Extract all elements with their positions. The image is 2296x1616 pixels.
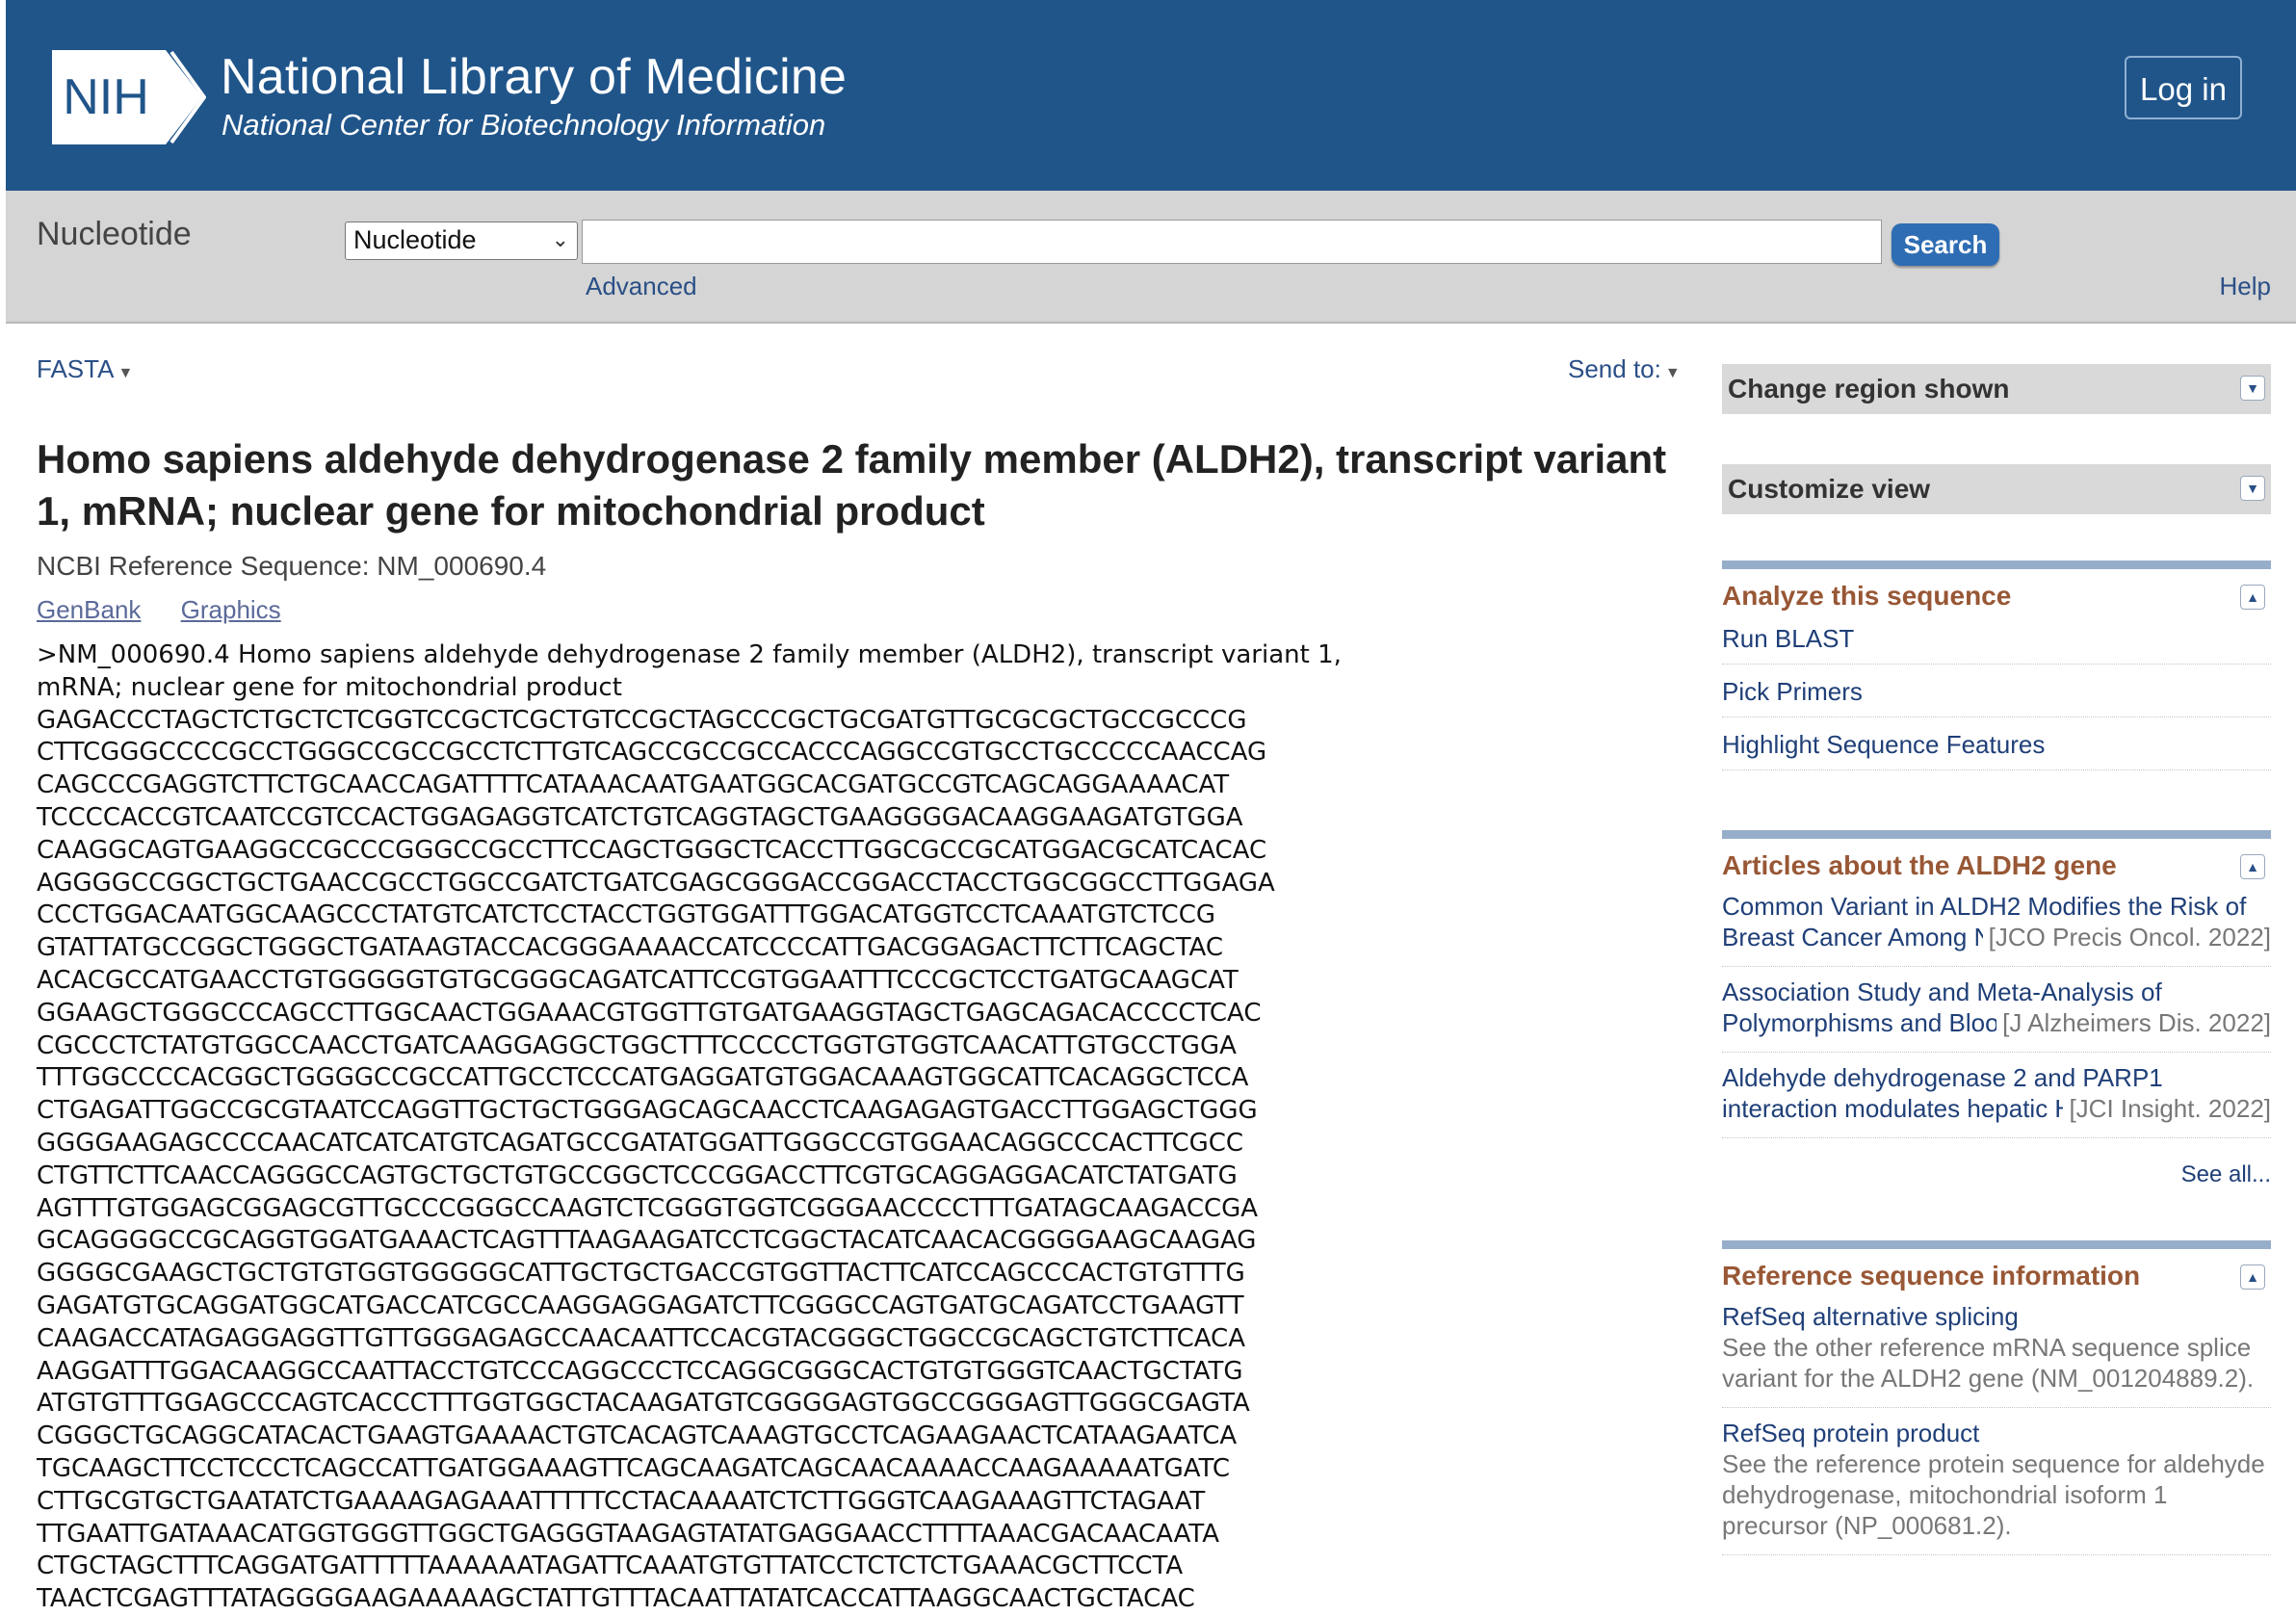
view-links: GenBank Graphics (37, 595, 314, 625)
refseq-protein-link[interactable]: RefSeq protein product (1722, 1418, 2271, 1448)
format-menu-label: FASTA (37, 354, 115, 383)
sequence-line: GAGATGTGCAGGATGGCATGACCATCGCCAAGGAGGAGAT… (37, 1290, 1244, 1320)
reference-sequence-label: NCBI Reference Sequence: NM_000690.4 (37, 551, 547, 581)
collapse-icon[interactable]: ▲ (2240, 1264, 2265, 1290)
page-title: Homo sapiens aldehyde dehydrogenase 2 fa… (37, 436, 1667, 534)
articles-section: Articles about the ALDH2 gene ▲ Common V… (1722, 830, 2271, 1188)
sequence-line: ACACGCCATGAACCTGTGGGGGTGTGCGGGCAGATCATTC… (37, 965, 1239, 995)
section-divider (1722, 560, 2271, 569)
fasta-sequence: >NM_000690.4 Homo sapiens aldehyde dehyd… (37, 639, 1342, 1616)
article-journal: [JCO Precis Oncol. 2022] (1982, 922, 2271, 952)
fasta-header-line: >NM_000690.4 Homo sapiens aldehyde dehyd… (37, 640, 1342, 669)
refseq-item: RefSeq alternative splicing See the othe… (1722, 1291, 2271, 1408)
sequence-line: ATGTGTTTGGAGCCCAGTCACCCTTTGGTGGCTACAAGAT… (37, 1389, 1250, 1419)
article-journal: [JCI Insight. 2022] (2063, 1093, 2271, 1124)
section-divider (1722, 830, 2271, 839)
sequence-line: GGAAGCTGGGCCCAGCCTTGGCAACTGGAAACGTGGTTGT… (37, 998, 1262, 1028)
analyze-section: Analyze this sequence ▲ Run BLAST Pick P… (1722, 560, 2271, 770)
article-item[interactable]: Common Variant in ALDH2 Modifies the Ris… (1722, 881, 2271, 967)
section-divider (1722, 1240, 2271, 1249)
analyze-section-title: Analyze this sequence ▲ (1722, 581, 2271, 612)
refseq-alt-splicing-link[interactable]: RefSeq alternative splicing (1722, 1301, 2271, 1332)
sequence-line: TCCCCACCGTCAATCCGTCCACTGGAGAGGTCATCTGTCA… (37, 802, 1243, 832)
format-menu[interactable]: FASTA ▼ (37, 354, 133, 384)
sequence-line: GAGACCCTAGCTCTGCTCTCGGTCCGCTCGCTGTCCGCTA… (37, 705, 1247, 735)
highlight-features-link[interactable]: Highlight Sequence Features (1722, 717, 2271, 770)
help-link[interactable]: Help (2220, 272, 2271, 301)
site-subtitle[interactable]: National Center for Biotechnology Inform… (222, 108, 825, 143)
sequence-line: CCCTGGACAATGGCAAGCCCTATGTCATCTCCTACCTGGT… (37, 900, 1215, 930)
articles-section-title: Articles about the ALDH2 gene ▲ (1722, 850, 2271, 881)
caret-down-icon: ▼ (1664, 365, 1681, 381)
database-select[interactable]: Nucleotide ⌄ (345, 222, 578, 260)
sequence-line: GGGGCGAAGCTGCTGTGTGGTGGGGGCATTGCTGCTGACC… (37, 1259, 1245, 1289)
sequence-line: AAGGATTTGGACAAGGCCAATTACCTGTCCCAGGCCCTCC… (37, 1356, 1243, 1386)
sequence-line: CAAGGCAGTGAAGGCCGCCCGGGCCGCCTTCCAGCTGGGC… (37, 835, 1267, 865)
database-title[interactable]: Nucleotide (37, 216, 192, 253)
expand-icon[interactable]: ▼ (2240, 476, 2265, 501)
article-item[interactable]: Aldehyde dehydrogenase 2 and PARP1 inter… (1722, 1053, 2271, 1138)
caret-down-icon: ▼ (117, 365, 134, 381)
sequence-line: CTGAGATTGGCCGCGTAATCCAGGTTGCTGCTGGGAGCAG… (37, 1096, 1258, 1126)
site-title[interactable]: National Library of Medicine (221, 48, 847, 106)
search-button[interactable]: Search (1892, 223, 1999, 266)
article-title-line1[interactable]: Association Study and Meta-Analysis of (1722, 977, 2271, 1007)
articles-section-title-text: Articles about the ALDH2 gene (1722, 850, 2117, 880)
search-input[interactable] (582, 220, 1882, 264)
sequence-line: CTTCGGGCCCCGCCTGGGCCGCCGCCTCTTGTCAGCCGCC… (37, 738, 1267, 768)
search-bar: Nucleotide Nucleotide ⌄ Search Advanced … (6, 191, 2296, 324)
refseq-item-description: See the reference protein sequence for a… (1722, 1449, 2265, 1540)
sequence-line: CGCCCTCTATGTGGCCAACCTGATCAAGGAGGCTGGCTTT… (37, 1030, 1237, 1060)
sequence-line: CTGTTCTTCAACCAGGGCCAGTGCTGCTGTGCCGGCTCCC… (37, 1160, 1238, 1190)
database-select-value: Nucleotide (353, 225, 477, 254)
refseq-item: RefSeq protein product See the reference… (1722, 1408, 2271, 1555)
sequence-line: TTTGGCCCCACGGCTGGGGCCGCCATTGCCTCCCATGAGG… (37, 1063, 1249, 1093)
expand-icon[interactable]: ▼ (2240, 376, 2265, 401)
sequence-line: CGGGCTGCAGGCATACACTGAAGTGAAAACTGTCACAGTC… (37, 1421, 1238, 1451)
refseq-info-title-text: Reference sequence information (1722, 1261, 2141, 1290)
analyze-section-title-text: Analyze this sequence (1722, 581, 2012, 611)
refseq-info-section: Reference sequence information ▲ RefSeq … (1722, 1240, 2271, 1555)
see-all-articles-link[interactable]: See all... (1722, 1161, 2271, 1188)
sequence-line: TAACTCGAGTTTATAGGGGAAGAAAAAGCTATTGTTTACA… (37, 1584, 1195, 1614)
article-item[interactable]: Association Study and Meta-Analysis of P… (1722, 967, 2271, 1053)
advanced-search-link[interactable]: Advanced (586, 272, 697, 301)
sequence-line: GCAGGGGCCGCAGGTGGATGAAACTCAGTTTAAGAAGATC… (37, 1226, 1257, 1256)
chevron-down-icon: ⌄ (551, 227, 569, 251)
send-to-label: Send to: (1568, 354, 1661, 383)
sequence-line: TTGAATTGATAAACATGGTGGGTTGGCTGAGGGTAAGAGT… (37, 1519, 1220, 1549)
login-button[interactable]: Log in (2125, 56, 2242, 119)
sequence-line: CTGCTAGCTTTCAGGATGATTTTTAAAAAATAGATTCAAA… (37, 1551, 1184, 1581)
change-region-panel[interactable]: Change region shown ▼ (1722, 364, 2271, 414)
change-region-label: Change region shown (1728, 374, 2010, 404)
article-title-line1[interactable]: Common Variant in ALDH2 Modifies the Ris… (1722, 891, 2271, 922)
article-journal: [J Alzheimers Dis. 2022] (1996, 1007, 2271, 1038)
customize-view-panel[interactable]: Customize view ▼ (1722, 464, 2271, 514)
sequence-line: AGGGGCCGGCTGCTGAACCGCCTGGCCGATCTGATCGAGC… (37, 868, 1275, 898)
refseq-item-description: See the other reference mRNA sequence sp… (1722, 1333, 2255, 1393)
genbank-link[interactable]: GenBank (37, 595, 141, 624)
nih-logo-text: NIH (63, 69, 149, 125)
run-blast-link[interactable]: Run BLAST (1722, 612, 2271, 665)
refseq-info-title: Reference sequence information ▲ (1722, 1261, 2271, 1291)
fasta-header-line: mRNA; nuclear gene for mitochondrial pro… (37, 672, 622, 702)
sequence-line: CAGCCCGAGGTCTTCTGCAACCAGATTTTCATAAACAATG… (37, 770, 1230, 800)
graphics-link[interactable]: Graphics (181, 595, 281, 624)
sequence-line: GTATTATGCCGGCTGGGCTGATAAGTACCACGGGAAAACC… (37, 933, 1224, 963)
sequence-line: GGGGAAGAGCCCCAACATCATCATGTCAGATGCCGATATG… (37, 1128, 1244, 1158)
sequence-line: CTTGCGTGCTGAATATCTGAAAAGAGAAATTTTTCCTACA… (37, 1486, 1206, 1516)
customize-view-label: Customize view (1728, 474, 1931, 504)
sequence-line: AGTTTGTGGAGCGGAGCGTTGCCCGGGCCAAGTCTCGGGT… (37, 1193, 1259, 1223)
article-title-line2[interactable]: interaction modulates hepatic HDL (1722, 1094, 2104, 1123)
article-title-line1[interactable]: Aldehyde dehydrogenase 2 and PARP1 (1722, 1062, 2271, 1093)
sequence-line: CAAGACCATAGAGGAGGTTGTTGGGAGAGCCAACAATTCC… (37, 1323, 1245, 1353)
nih-logo-icon[interactable]: NIH (52, 48, 206, 146)
sequence-line: TGCAAGCTTCCTCCCTCAGCCATTGATGGAAAGTTCAGCA… (37, 1453, 1230, 1483)
site-header: NIH National Library of Medicine Nationa… (6, 0, 2296, 191)
pick-primers-link[interactable]: Pick Primers (1722, 665, 2271, 717)
collapse-icon[interactable]: ▲ (2240, 585, 2265, 610)
send-to-menu[interactable]: Send to: ▼ (1568, 354, 1681, 384)
collapse-icon[interactable]: ▲ (2240, 854, 2265, 879)
